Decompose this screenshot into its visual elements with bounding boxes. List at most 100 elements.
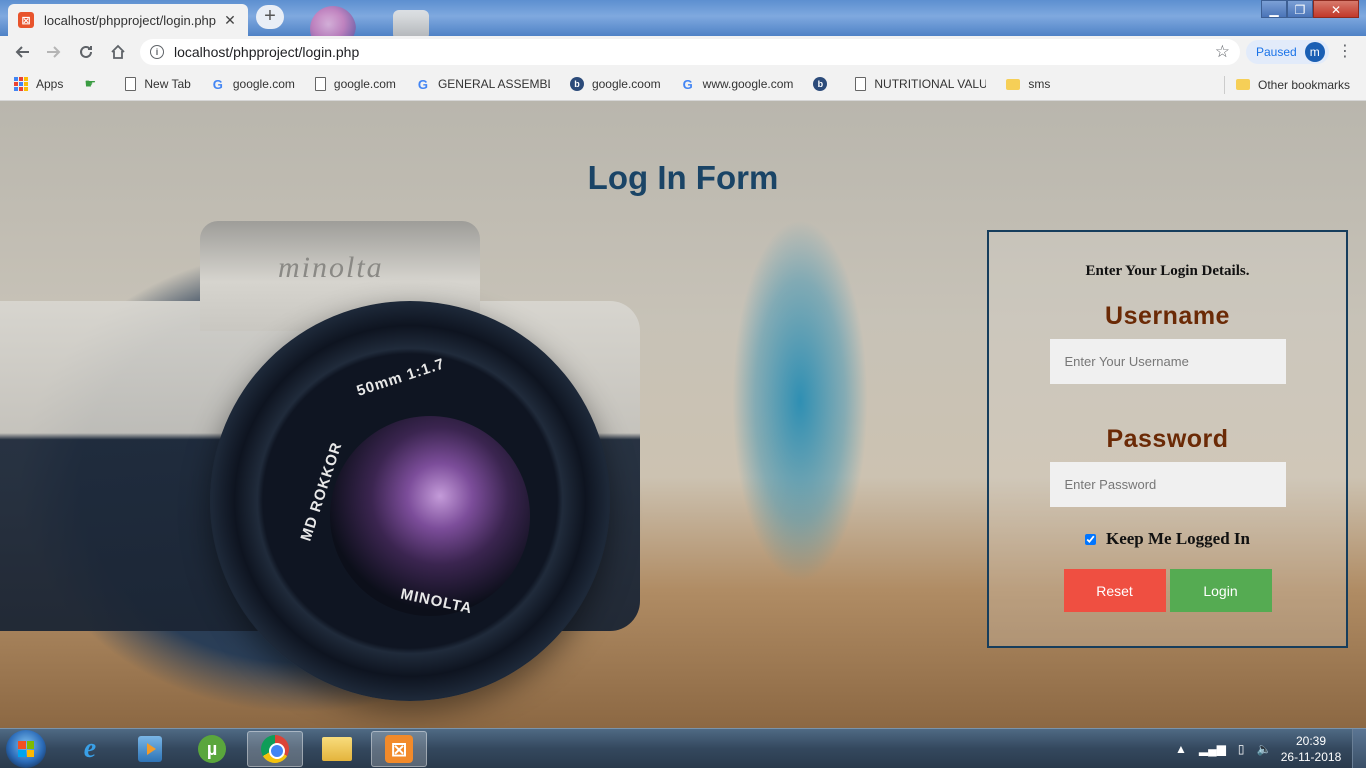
taskbar-media-player[interactable] bbox=[122, 731, 178, 767]
address-url[interactable]: localhost/phpproject/login.php bbox=[174, 44, 1215, 60]
round-b-icon: b bbox=[813, 77, 828, 91]
bookmark-item[interactable]: b bbox=[813, 77, 835, 91]
address-bar[interactable]: i localhost/phpproject/login.php ☆ bbox=[140, 39, 1240, 65]
google-icon: G bbox=[212, 76, 223, 92]
login-button[interactable]: Login bbox=[1169, 569, 1272, 612]
bookmark-label: google.coom bbox=[591, 77, 661, 91]
round-b-icon: b bbox=[569, 77, 584, 91]
other-bookmarks[interactable]: Other bookmarks bbox=[1236, 68, 1350, 101]
utorrent-icon: µ bbox=[198, 735, 226, 763]
bookmark-item[interactable]: NUTRITIONAL VALUE bbox=[855, 77, 986, 91]
password-label: Password bbox=[1106, 425, 1229, 453]
bookmarks-bar: Apps ☛ New Tab G google.com google.com G… bbox=[0, 68, 1366, 101]
bookmark-label: NUTRITIONAL VALUE bbox=[874, 77, 987, 91]
battery-icon[interactable]: ▯ bbox=[1238, 742, 1245, 756]
kebab-menu-icon[interactable]: ⋮ bbox=[1335, 42, 1355, 62]
tab-title: localhost/phpproject/login.php bbox=[44, 12, 217, 28]
remember-label: Keep Me Logged In bbox=[1105, 529, 1251, 548]
login-form: Enter Your Login Details. Username Passw… bbox=[987, 230, 1348, 648]
bookmark-label: google.com bbox=[333, 77, 396, 91]
google-icon: G bbox=[417, 76, 428, 92]
page-icon bbox=[125, 77, 137, 91]
taskbar-file-explorer[interactable] bbox=[309, 731, 365, 767]
bookmark-label: Other bookmarks bbox=[1258, 77, 1351, 92]
folder-icon bbox=[1236, 79, 1250, 90]
bookmark-item[interactable]: G www.google.com bbox=[681, 76, 794, 92]
bookmark-item[interactable]: ☛ bbox=[83, 76, 105, 91]
volume-icon[interactable]: 🔈 bbox=[1256, 742, 1271, 756]
background-lens-glass bbox=[330, 416, 530, 616]
info-icon[interactable]: i bbox=[150, 45, 164, 59]
bookmark-label: Apps bbox=[36, 77, 64, 91]
password-input[interactable] bbox=[1049, 462, 1286, 507]
bookmark-label: New Tab bbox=[144, 77, 191, 91]
page-title: Log In Form bbox=[587, 159, 779, 196]
internet-explorer-icon: e bbox=[83, 733, 97, 764]
browser-toolbar: i localhost/phpproject/login.php ☆ Pause… bbox=[0, 36, 1366, 68]
bookmark-label: www.google.com bbox=[702, 77, 794, 91]
profile-status: Paused bbox=[1256, 45, 1297, 59]
new-tab-button[interactable]: + bbox=[256, 5, 284, 29]
xampp-icon: ⊠ bbox=[18, 12, 34, 28]
google-icon: G bbox=[682, 76, 693, 92]
taskbar-chrome[interactable] bbox=[247, 731, 303, 767]
avatar: m bbox=[1304, 42, 1325, 62]
star-icon[interactable]: ☆ bbox=[1215, 42, 1230, 62]
tab-strip: ⊠ localhost/phpproject/login.php ✕ + ▁ ❐… bbox=[0, 0, 1366, 36]
bookmark-label: GENERAL ASSEMBLY bbox=[437, 77, 550, 91]
reload-icon[interactable] bbox=[70, 36, 102, 68]
forward-icon[interactable] bbox=[38, 36, 70, 68]
network-icon[interactable]: ▂▄▆ bbox=[1199, 742, 1226, 756]
chrome-icon bbox=[261, 735, 289, 763]
file-explorer-icon bbox=[322, 737, 352, 761]
remember-row: Keep Me Logged In bbox=[1084, 529, 1251, 549]
close-tab-icon[interactable]: ✕ bbox=[222, 12, 238, 29]
clock-time: 20:39 bbox=[1295, 734, 1327, 748]
wallpaper-decoration bbox=[393, 10, 429, 36]
bookmark-item[interactable]: G google.com bbox=[211, 76, 295, 92]
username-label: Username bbox=[1105, 302, 1230, 330]
taskbar-xampp[interactable]: ⊠ bbox=[371, 731, 427, 767]
apps-grid-icon bbox=[14, 77, 28, 91]
bookmark-label: sms bbox=[1028, 77, 1051, 91]
windows-logo-icon bbox=[18, 741, 34, 757]
maximize-button[interactable]: ❐ bbox=[1287, 0, 1313, 18]
page-viewport: minolta 50mm 1:1.7 MD ROKKOR MINOLTA Log… bbox=[0, 101, 1366, 728]
hand-icon: ☛ bbox=[84, 76, 97, 91]
browser-tab[interactable]: ⊠ localhost/phpproject/login.php ✕ bbox=[8, 4, 248, 36]
close-window-button[interactable]: ✕ bbox=[1313, 0, 1359, 18]
folder-icon bbox=[1006, 78, 1021, 90]
system-tray: ▲ ▂▄▆ ▯ 🔈 bbox=[1175, 729, 1283, 768]
start-button[interactable] bbox=[6, 730, 46, 768]
minimize-button[interactable]: ▁ bbox=[1261, 0, 1287, 18]
media-player-icon bbox=[138, 736, 162, 762]
reset-button[interactable]: Reset bbox=[1063, 569, 1166, 612]
bookmark-label: google.com bbox=[232, 77, 295, 91]
login-subtitle: Enter Your Login Details. bbox=[1085, 263, 1250, 279]
button-row: Reset Login bbox=[1063, 569, 1272, 612]
system-clock[interactable]: 20:39 26-11-2018 bbox=[1278, 733, 1344, 765]
taskbar: e µ ⊠ ▲ ▂▄▆ ▯ 🔈 20:39 26-11-2018 bbox=[0, 728, 1366, 768]
page-icon bbox=[314, 77, 326, 91]
show-hidden-icons-icon[interactable]: ▲ bbox=[1175, 742, 1187, 756]
remember-checkbox[interactable] bbox=[1084, 533, 1096, 545]
bookmark-item[interactable]: b google.coom bbox=[569, 77, 661, 91]
bookmark-item[interactable]: G GENERAL ASSEMBLY bbox=[416, 76, 550, 92]
profile-button[interactable]: Paused m bbox=[1246, 40, 1329, 64]
clock-date: 26-11-2018 bbox=[1280, 750, 1342, 764]
taskbar-utorrent[interactable]: µ bbox=[184, 731, 240, 767]
taskbar-internet-explorer[interactable]: e bbox=[62, 731, 118, 767]
bookmarks-divider bbox=[1224, 76, 1225, 94]
show-desktop-button[interactable] bbox=[1352, 729, 1366, 768]
bookmark-item[interactable]: New Tab bbox=[125, 77, 191, 91]
bookmark-folder-sms[interactable]: sms bbox=[1006, 77, 1050, 91]
bookmark-item[interactable]: google.com bbox=[314, 77, 396, 91]
username-input[interactable] bbox=[1049, 339, 1286, 384]
camera-brand-text: minolta bbox=[278, 251, 384, 284]
wallpaper-decoration bbox=[310, 6, 356, 36]
page-icon bbox=[855, 77, 867, 91]
home-icon[interactable] bbox=[102, 36, 134, 68]
xampp-icon: ⊠ bbox=[385, 735, 413, 763]
back-icon[interactable] bbox=[6, 36, 38, 68]
bookmark-apps[interactable]: Apps bbox=[14, 77, 63, 91]
